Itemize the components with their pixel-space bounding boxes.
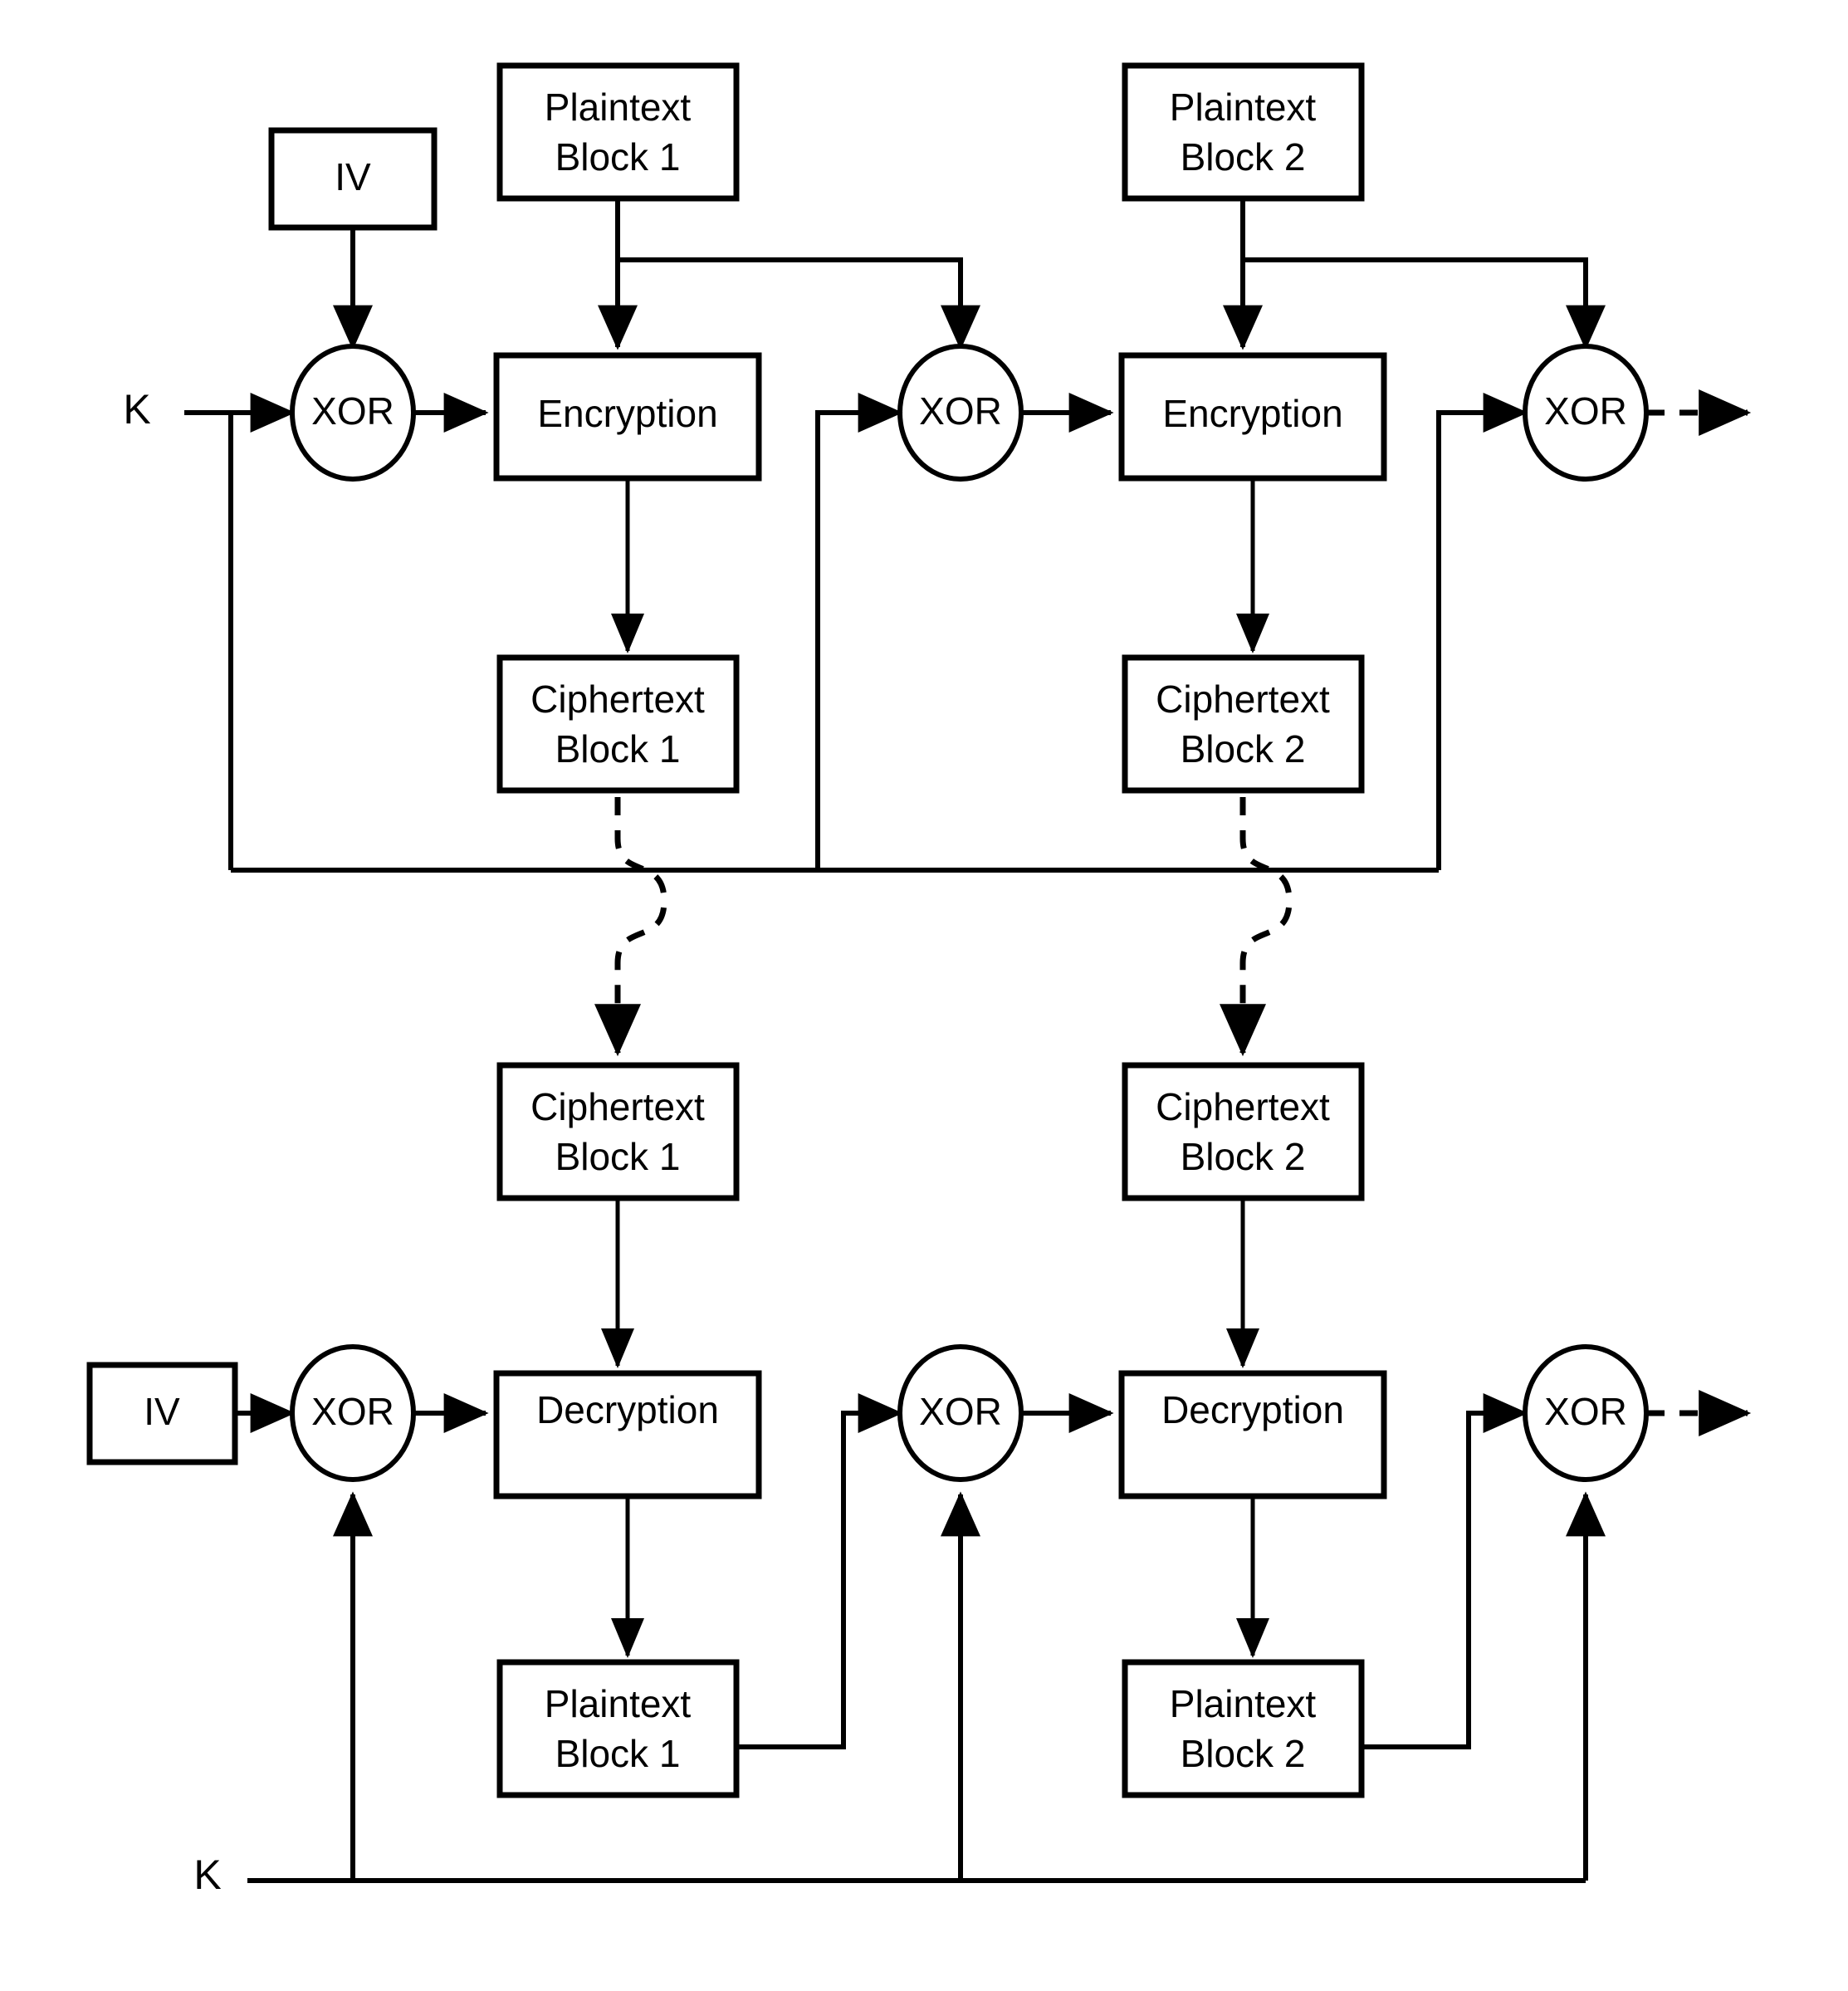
encryption-ciphertext-1-line1: Ciphertext [530,678,705,721]
encryption-plaintext-box-2: Plaintext Block 2 [1122,62,1365,202]
decryption-ciphertext-1-line1: Ciphertext [530,1085,705,1128]
encryption-key-label: K [123,386,150,433]
decryption-xor-1: XOR [290,1344,416,1482]
decryption-xor-2: XOR [897,1344,1024,1482]
wire-ct1-feedback-to-xor2 [815,393,903,870]
decryption-ciphertext-1-line2: Block 1 [555,1135,681,1178]
encryption-ciphertext-box-1: Ciphertext Block 1 [496,654,740,794]
wire-channel-dashed-block-1 [594,797,667,1057]
decryption-plaintext-2-line1: Plaintext [1170,1682,1317,1725]
decryption-plaintext-box-1: Plaintext Block 1 [496,1659,740,1798]
decryption-plaintext-2-line2: Block 2 [1181,1732,1306,1775]
decryption-key-label: K [193,1852,221,1898]
decryption-op-1-label: Decryption [536,1388,719,1431]
encryption-ciphertext-1-line2: Block 1 [555,727,681,770]
encryption-plaintext-2-line1: Plaintext [1170,86,1317,129]
encryption-plaintext-box-1: Plaintext Block 1 [496,62,740,202]
decryption-xor-2-label: XOR [919,1390,1002,1433]
wire-pt1-branch-to-xor2 [618,257,980,350]
decryption-ciphertext-2-line2: Block 2 [1181,1135,1306,1178]
encryption-xor-1-label: XOR [311,389,394,433]
decryption-ciphertext-box-2: Ciphertext Block 2 [1122,1062,1365,1201]
encryption-iv-box: IV [268,127,438,231]
encryption-op-box-2: Encryption [1118,352,1387,482]
decryption-xor-3-label: XOR [1544,1390,1627,1433]
decryption-plaintext-box-2: Plaintext Block 2 [1122,1659,1365,1798]
decryption-iv-label: IV [144,1390,180,1433]
encryption-plaintext-2-line2: Block 2 [1181,135,1306,179]
encryption-ciphertext-2-line2: Block 2 [1181,727,1306,770]
encryption-xor-2: XOR [897,344,1024,482]
encryption-op-1-label: Encryption [537,392,717,435]
diagram-canvas: IV Plaintext Block 1 Plaintext Block 2 K… [86,62,1752,1898]
encryption-plaintext-1-line2: Block 1 [555,135,681,179]
encryption-iv-label: IV [335,155,371,198]
encryption-xor-3-label: XOR [1544,389,1627,433]
encryption-ciphertext-2-line1: Ciphertext [1156,678,1330,721]
decryption-plaintext-1-line1: Plaintext [545,1682,692,1725]
cbc-mode-diagram: IV Plaintext Block 1 Plaintext Block 2 K… [0,0,1848,1991]
encryption-plaintext-1-line1: Plaintext [545,86,692,129]
encryption-xor-3: XOR [1523,344,1649,482]
encryption-op-box-1: Encryption [493,352,762,482]
decryption-ciphertext-2-line1: Ciphertext [1156,1085,1330,1128]
decryption-ciphertext-box-1: Ciphertext Block 1 [496,1062,740,1201]
encryption-ciphertext-box-2: Ciphertext Block 2 [1122,654,1365,794]
decryption-op-box-1: Decryption [493,1370,762,1499]
wire-channel-dashed-block-2 [1220,797,1293,1057]
decryption-op-2-label: Decryption [1161,1388,1344,1431]
decryption-op-box-2: Decryption [1118,1370,1387,1499]
decryption-xor-3: XOR [1523,1344,1649,1482]
decryption-xor-1-label: XOR [311,1390,394,1433]
encryption-xor-1: XOR [290,344,416,482]
encryption-xor-2-label: XOR [919,389,1002,433]
encryption-op-2-label: Encryption [1162,392,1342,435]
decryption-iv-box: IV [86,1362,238,1465]
wire-pt2-branch-to-xor3 [1243,257,1606,350]
wire-ct2-feedback-to-xor3 [1436,393,1528,870]
decryption-plaintext-1-line2: Block 1 [555,1732,681,1775]
